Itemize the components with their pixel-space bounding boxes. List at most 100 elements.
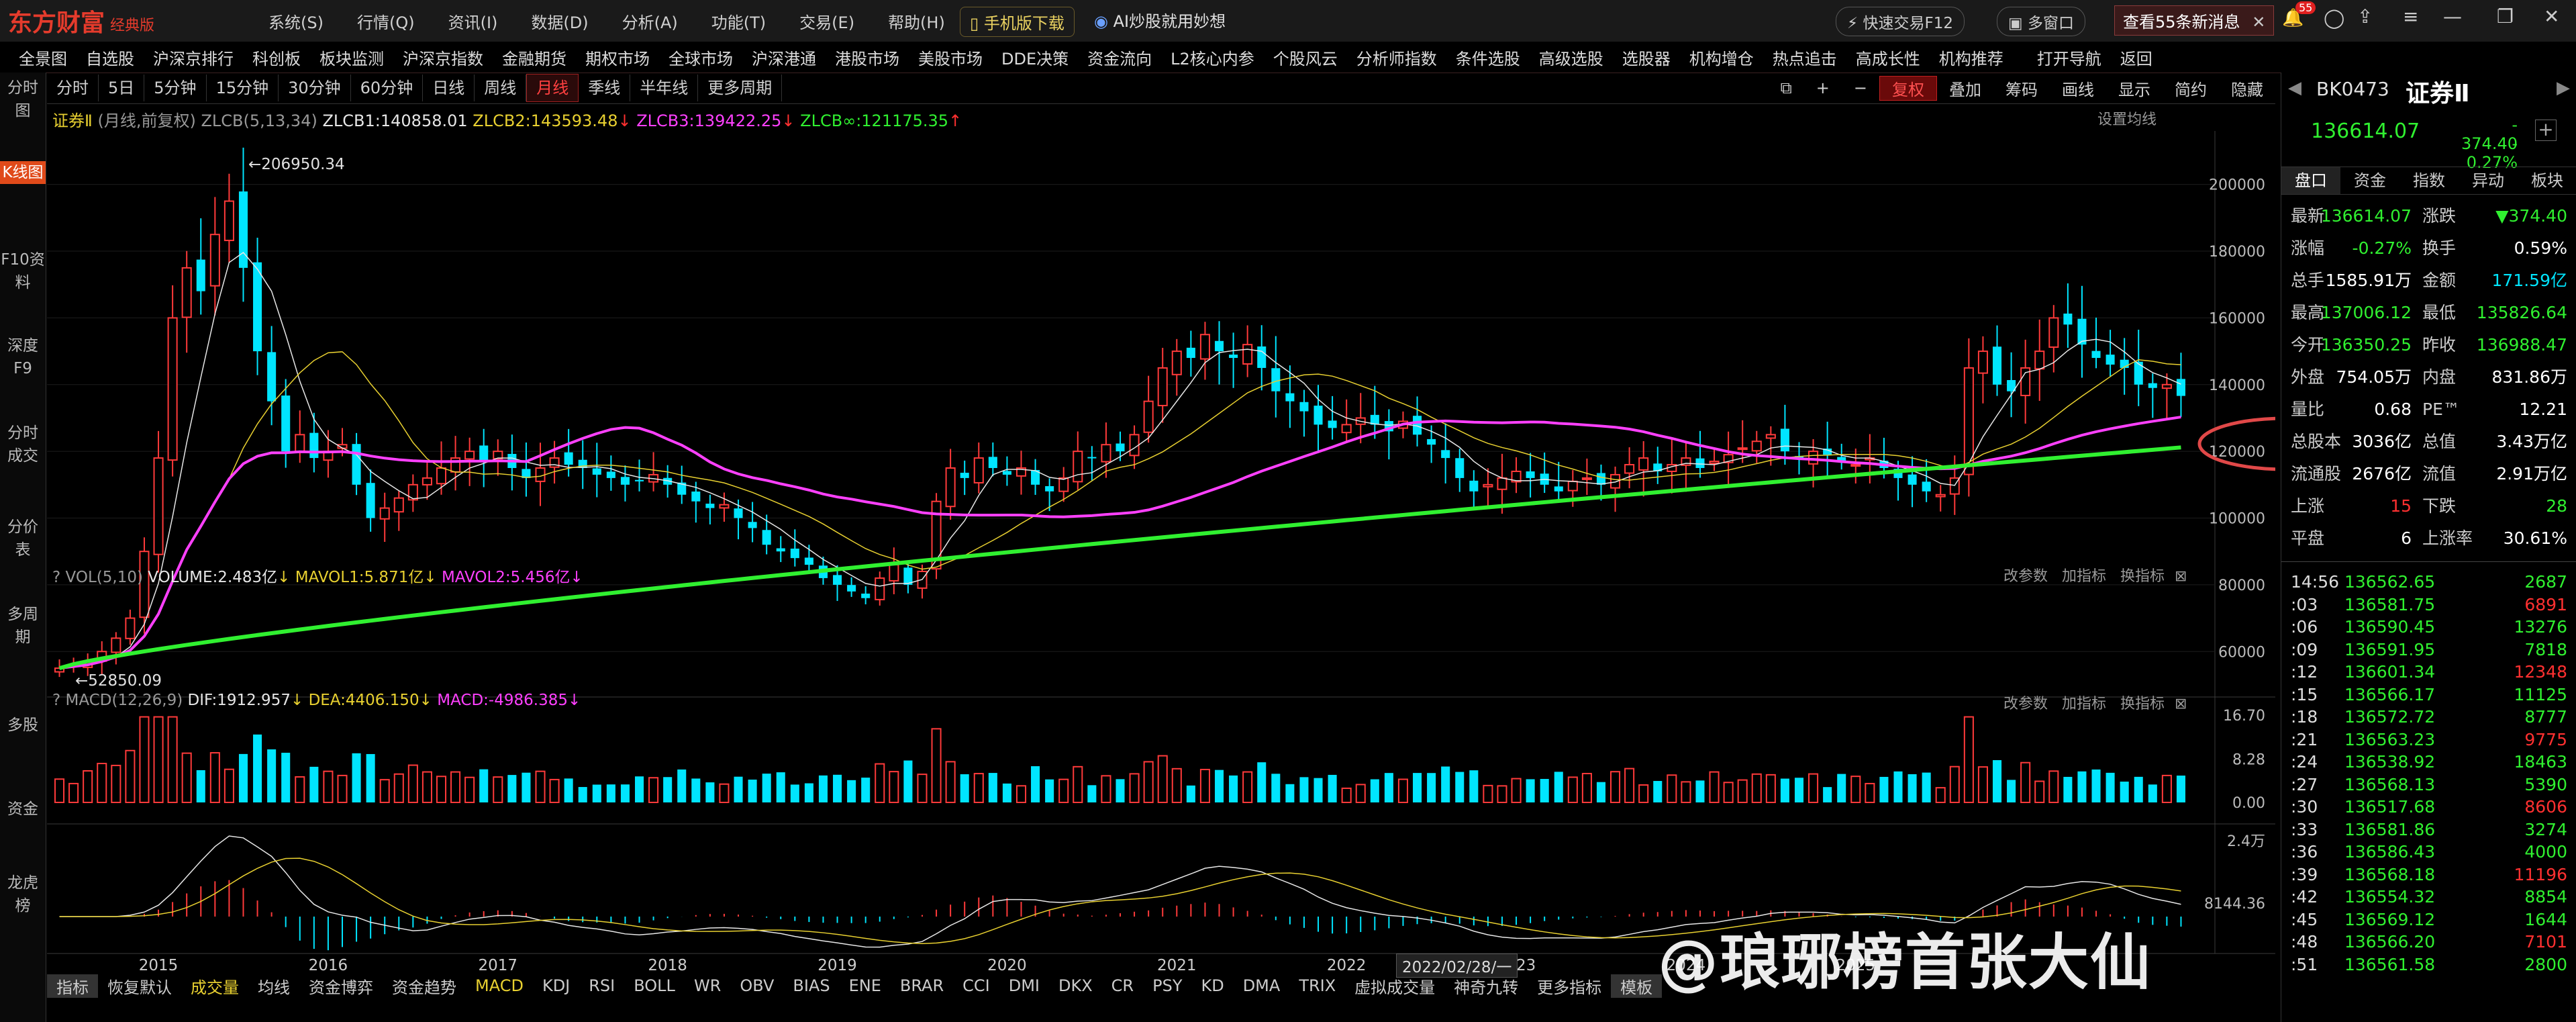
nav-item[interactable]: 自选股 [86, 46, 134, 69]
display-button[interactable]: 显示 [2106, 77, 2163, 100]
tf-item-selected[interactable]: 月线 [526, 74, 579, 102]
close-icon[interactable]: ✕ [2252, 13, 2265, 32]
tab-psy[interactable]: PSY [1143, 976, 1191, 995]
menu-quote[interactable]: 行情(Q) [357, 9, 415, 33]
nav-item[interactable]: 返回 [2120, 46, 2152, 69]
tab-time-sales[interactable]: 分时成交 [0, 422, 46, 467]
tab-ma[interactable]: 均线 [248, 974, 299, 998]
tab-capital-trend[interactable]: 资金趋势 [383, 974, 466, 998]
tf-item[interactable]: 更多周期 [698, 75, 783, 101]
tab-boll[interactable]: BOLL [624, 976, 685, 995]
menu-trade[interactable]: 交易(E) [799, 9, 854, 33]
ma-settings-link[interactable]: 设置均线 [2097, 107, 2157, 129]
tf-item[interactable]: 5分钟 [144, 75, 207, 101]
tab-capital[interactable]: 资金 [0, 798, 46, 821]
window-close-icon[interactable]: ✕ [2544, 5, 2559, 28]
tf-item[interactable]: 周线 [475, 75, 527, 101]
tab-dkx[interactable]: DKX [1049, 976, 1102, 995]
edit-params-link[interactable]: 改参数 [2003, 696, 2048, 712]
help-icon[interactable]: ? [52, 569, 66, 586]
menu-info[interactable]: 资讯(I) [448, 9, 498, 33]
nav-item[interactable]: 期权市场 [585, 46, 650, 69]
nav-item[interactable]: 机构增仓 [1689, 46, 1754, 69]
nav-item[interactable]: 港股市场 [835, 46, 899, 69]
add-watchlist-icon[interactable]: + [2535, 120, 2557, 141]
kline-chart[interactable]: 6000080000100000120000140000160000180000… [47, 131, 2275, 974]
zoom-out-icon[interactable]: − [1842, 79, 1879, 97]
nav-item[interactable]: 沪深港通 [752, 46, 816, 69]
switch-indicator-link[interactable]: 换指标 [2120, 696, 2165, 712]
zoom-in-icon[interactable]: + [1804, 79, 1842, 97]
nav-item[interactable]: 科创板 [252, 46, 301, 69]
nav-item[interactable]: 资金流向 [1087, 46, 1152, 69]
nav-item[interactable]: L2核心内参 [1171, 46, 1254, 69]
nav-item[interactable]: 高成长性 [1856, 46, 1920, 69]
tab-virtual-volume[interactable]: 虚拟成交量 [1345, 974, 1444, 998]
tab-f10[interactable]: F10资料 [0, 248, 46, 294]
tab-macd[interactable]: MACD [466, 976, 533, 995]
tab-funds[interactable]: 资金 [2340, 167, 2399, 194]
menu-icon[interactable]: ≡ [2403, 5, 2418, 28]
copy-icon[interactable]: ⧉ [1769, 79, 1804, 97]
nav-item[interactable]: 选股器 [1622, 46, 1671, 69]
tf-item[interactable]: 半年线 [630, 75, 699, 101]
tab-rsi[interactable]: RSI [579, 976, 624, 995]
macd-legend-name[interactable]: MACD(12,26,9) [66, 692, 183, 709]
nav-item[interactable]: 分析师指数 [1356, 46, 1437, 69]
tab-cci[interactable]: CCI [953, 976, 999, 995]
menu-system[interactable]: 系统(S) [268, 9, 324, 33]
nav-item[interactable]: 沪深京排行 [153, 46, 234, 69]
nav-item[interactable]: 高级选股 [1539, 46, 1603, 69]
add-indicator-link[interactable]: 加指标 [2062, 568, 2106, 585]
tab-brar[interactable]: BRAR [891, 976, 953, 995]
multi-window-button[interactable]: ▣ 多窗口 [1997, 7, 2086, 36]
tab-indicator[interactable]: 指标 [47, 974, 98, 998]
nav-item[interactable]: 金融期货 [502, 46, 566, 69]
draw-button[interactable]: 画线 [2050, 77, 2106, 100]
tab-dma[interactable]: DMA [1234, 976, 1290, 995]
nav-item[interactable]: 全球市场 [668, 46, 733, 69]
menu-data[interactable]: 数据(D) [531, 9, 588, 33]
ai-assistant-button[interactable]: ◉ AI炒股就用妙想 [1094, 8, 1226, 32]
nav-item[interactable]: 热点追击 [1773, 46, 1837, 69]
help-icon[interactable]: ? [52, 692, 66, 709]
tab-kd[interactable]: KD [1191, 976, 1233, 995]
tab-kdj[interactable]: KDJ [533, 976, 579, 995]
nav-item[interactable]: 个股风云 [1273, 46, 1338, 69]
nav-item[interactable]: 打开导航 [2037, 46, 2101, 69]
tab-bias[interactable]: BIAS [783, 976, 839, 995]
tab-dragon-tiger[interactable]: 龙虎榜 [0, 872, 46, 917]
tab-magic-nine[interactable]: 神奇九转 [1444, 974, 1528, 998]
add-indicator-link[interactable]: 加指标 [2062, 696, 2106, 712]
tab-depth-f9[interactable]: 深度F9 [0, 334, 46, 380]
switch-indicator-link[interactable]: 换指标 [2120, 568, 2165, 585]
tf-item[interactable]: 5日 [99, 75, 145, 101]
tab-volume[interactable]: 成交量 [181, 974, 248, 998]
tab-reset[interactable]: 恢复默认 [98, 974, 181, 998]
simple-button[interactable]: 简约 [2163, 77, 2219, 100]
tab-wr[interactable]: WR [685, 976, 730, 995]
tab-trix[interactable]: TRIX [1289, 976, 1345, 995]
tab-intraday[interactable]: 分时图 [0, 77, 46, 122]
hide-button[interactable]: 隐藏 [2219, 77, 2275, 100]
mobile-download-button[interactable]: ▯ 手机版下载 [960, 7, 1075, 37]
tab-cr[interactable]: CR [1102, 976, 1143, 995]
overlay-button[interactable]: 叠加 [1937, 77, 1993, 100]
nav-item[interactable]: 板块监测 [319, 46, 384, 69]
upload-icon[interactable]: ⇪ [2357, 5, 2373, 28]
nav-item[interactable]: 条件选股 [1456, 46, 1520, 69]
quick-trade-button[interactable]: ⚡ 快速交易F12 [1836, 7, 1965, 36]
tab-price-table[interactable]: 分价表 [0, 516, 46, 561]
close-icon[interactable]: ⊠ [2175, 696, 2187, 712]
tab-obv[interactable]: OBV [730, 976, 783, 995]
restore-icon[interactable]: ❐ [2497, 5, 2514, 28]
tab-more-indicators[interactable]: 更多指标 [1528, 974, 1611, 998]
tab-template[interactable]: 模板 [1611, 974, 1663, 998]
nav-item[interactable]: 全景图 [19, 46, 67, 69]
chips-button[interactable]: 筹码 [1993, 77, 2050, 100]
nav-item[interactable]: 机构推荐 [1939, 46, 2003, 69]
menu-function[interactable]: 功能(T) [711, 9, 766, 33]
tf-item[interactable]: 60分钟 [351, 75, 424, 101]
next-stock-icon[interactable]: ▶ [2557, 78, 2570, 98]
edit-params-link[interactable]: 改参数 [2003, 568, 2048, 585]
